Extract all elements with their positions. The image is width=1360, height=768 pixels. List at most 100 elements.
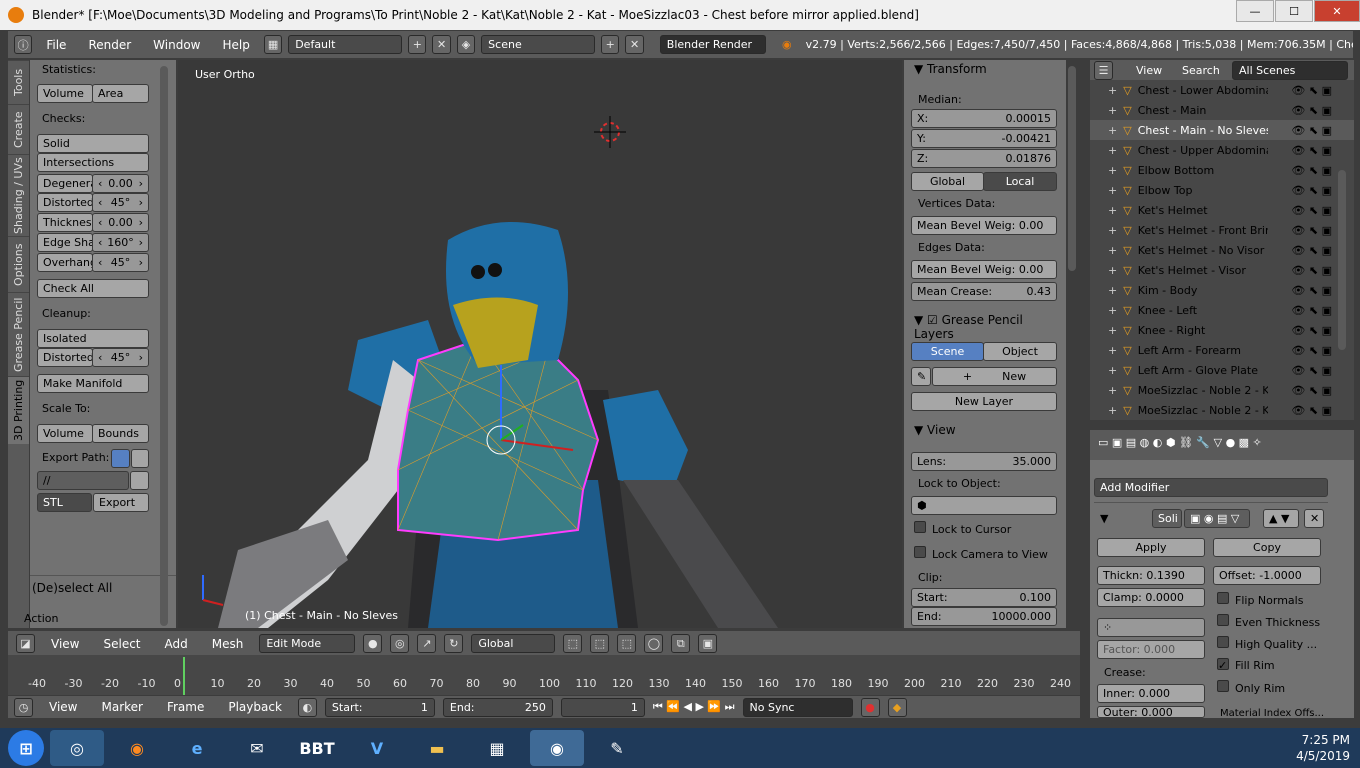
visibility-icons[interactable]: 👁 ⬉ ▣ xyxy=(1291,124,1332,137)
outliner-item[interactable]: + ▽ Chest - Main 👁 ⬉ ▣ xyxy=(1090,100,1354,120)
lock-cursor-checkbox[interactable]: Lock to Cursor xyxy=(914,521,1011,536)
solid-button[interactable]: Solid xyxy=(37,134,149,153)
vertex-select-icon[interactable]: ⬚ xyxy=(563,634,583,653)
visibility-icons[interactable]: 👁 ⬉ ▣ xyxy=(1291,144,1332,157)
timeline-view-menu[interactable]: View xyxy=(41,700,85,714)
even-thickness-checkbox[interactable]: Even Thickness xyxy=(1217,614,1320,629)
add-modifier-selector[interactable]: Add Modifier xyxy=(1094,478,1328,497)
make-manifold-button[interactable]: Make Manifold xyxy=(37,374,149,393)
properties-tab-icons[interactable]: ▭ ▣ ▤ ◍ ◐ ⬢ ⛓ 🔧 ▽ ● ▩ ✧ xyxy=(1098,436,1262,449)
flip-normals-checkbox[interactable]: Flip Normals xyxy=(1217,592,1303,607)
visibility-icons[interactable]: 👁 ⬉ ▣ xyxy=(1291,264,1332,277)
grease-pencil-title[interactable]: ▼ ☑ Grease Pencil Layers xyxy=(914,313,1066,341)
lock-object-field[interactable]: ⬢ xyxy=(911,496,1057,515)
path-folder-icon[interactable] xyxy=(131,449,149,468)
median-z-field[interactable]: Z: 0.01876 xyxy=(911,149,1057,168)
paint-icon[interactable]: ✎ xyxy=(590,730,644,766)
thickness-field[interactable]: Thickn: 0.1390 xyxy=(1097,566,1205,585)
visibility-icons[interactable]: 👁 ⬉ ▣ xyxy=(1291,284,1332,297)
v-app-icon[interactable]: V xyxy=(350,730,404,766)
manipulator-translate-icon[interactable]: ↗ xyxy=(417,634,437,653)
menu-render[interactable]: Render xyxy=(80,38,139,52)
outliner-item[interactable]: + ▽ Kim - Body 👁 ⬉ ▣ xyxy=(1090,280,1354,300)
start-frame-field[interactable]: Start: 1 xyxy=(324,697,435,717)
mode-selector[interactable]: Edit Mode xyxy=(259,634,356,653)
outliner-item[interactable]: + ▽ MoeSizzlac - Noble 2 - Kat 👁 ⬉ ▣ xyxy=(1090,400,1354,420)
remove-scene-icon[interactable]: ✕ xyxy=(625,35,644,54)
factor-field[interactable]: Factor: 0.000 xyxy=(1097,640,1205,659)
pencil-icon[interactable]: ✎ xyxy=(911,367,931,386)
keying-set-icon[interactable]: ◆ xyxy=(887,697,907,717)
outliner-item[interactable]: + ▽ MoeSizzlac - Noble 2 - Kat 👁 ⬉ ▣ xyxy=(1090,380,1354,400)
path-eyedropper-icon[interactable] xyxy=(111,449,130,468)
scale-bounds-button[interactable]: Bounds xyxy=(92,424,149,443)
firefox-icon[interactable]: ◉ xyxy=(110,730,164,766)
add-scene-icon[interactable]: + xyxy=(601,35,620,54)
tab-tools[interactable]: Tools xyxy=(8,60,29,104)
chrome-icon[interactable]: ◎ xyxy=(50,730,104,766)
blender-taskbar-icon[interactable]: ◉ xyxy=(530,730,584,766)
visibility-icons[interactable]: 👁 ⬉ ▣ xyxy=(1291,244,1332,257)
menu-view[interactable]: View xyxy=(43,637,87,651)
isolated-button[interactable]: Isolated xyxy=(37,329,149,348)
edge-sharp-field[interactable]: ‹ 160° › xyxy=(92,233,149,252)
face-select-icon[interactable]: ⬚ xyxy=(617,634,637,653)
render-preview-icon[interactable]: ▣ xyxy=(698,634,718,653)
tab-3d-printing[interactable]: 3D Printing xyxy=(8,376,29,444)
outliner-item[interactable]: + ▽ Left Arm - Glove Plate 👁 ⬉ ▣ xyxy=(1090,360,1354,380)
3d-viewport[interactable]: User Ortho (1) Chest - Main - No Sleves xyxy=(178,60,902,628)
visibility-icons[interactable]: 👁 ⬉ ▣ xyxy=(1291,304,1332,317)
grease-scene-toggle[interactable]: Scene xyxy=(911,342,984,361)
median-y-field[interactable]: Y: -0.00421 xyxy=(911,129,1057,148)
visibility-icons[interactable]: 👁 ⬉ ▣ xyxy=(1291,404,1332,417)
overhang-button[interactable]: Overhang xyxy=(37,253,93,272)
timeline-frame-menu[interactable]: Frame xyxy=(159,700,212,714)
inner-crease-field[interactable]: Inner: 0.000 xyxy=(1097,684,1205,703)
visibility-icons[interactable]: 👁 ⬉ ▣ xyxy=(1291,324,1332,337)
grease-object-toggle[interactable]: Object xyxy=(983,342,1057,361)
end-frame-field[interactable]: End: 250 xyxy=(442,697,553,717)
menu-mesh[interactable]: Mesh xyxy=(204,637,252,651)
remove-layout-icon[interactable]: ✕ xyxy=(432,35,451,54)
outliner-editor-icon[interactable]: ☰ xyxy=(1094,61,1113,80)
layout-selector[interactable]: Default xyxy=(288,35,403,54)
outliner-item[interactable]: + ▽ Elbow Top 👁 ⬉ ▣ xyxy=(1090,180,1354,200)
only-rim-checkbox[interactable]: Only Rim xyxy=(1217,680,1285,695)
proportional-edit-icon[interactable]: ◯ xyxy=(644,634,664,653)
scene-icon[interactable]: ◈ xyxy=(456,35,476,54)
start-button-icon[interactable]: ⊞ xyxy=(8,730,44,766)
minimize-button[interactable]: — xyxy=(1236,0,1274,22)
new-layer-button[interactable]: New Layer xyxy=(911,392,1057,411)
timeline-playback-menu[interactable]: Playback xyxy=(220,700,290,714)
view-panel-title[interactable]: ▼ View xyxy=(914,423,956,437)
fill-rim-checkbox[interactable]: ✓ Fill Rim xyxy=(1217,658,1275,672)
properties-scrollbar[interactable] xyxy=(1068,66,1076,271)
snap-icon[interactable]: ⧉ xyxy=(671,634,691,653)
edge-sharp-button[interactable]: Edge Sha xyxy=(37,233,93,252)
new-grease-button[interactable]: + New xyxy=(932,367,1057,386)
timeline[interactable]: -40 -30 -20 -10 0 10 20 30 40 50 60 70 80 90 100 110 120… xyxy=(8,655,1080,695)
preview-range-icon[interactable]: ◐ xyxy=(297,697,317,717)
menu-add[interactable]: Add xyxy=(157,637,196,651)
overhang-field[interactable]: ‹ 45° › xyxy=(92,253,149,272)
visibility-icons[interactable]: 👁 ⬉ ▣ xyxy=(1291,104,1332,117)
visibility-icons[interactable]: 👁 ⬉ ▣ xyxy=(1291,344,1332,357)
current-frame-field[interactable]: 1 xyxy=(560,697,645,717)
pivot-icon[interactable]: ◎ xyxy=(390,634,410,653)
visibility-icons[interactable]: 👁 ⬉ ▣ xyxy=(1291,184,1332,197)
tab-options[interactable]: Options xyxy=(8,236,29,292)
menu-help[interactable]: Help xyxy=(215,38,258,52)
thickness-button[interactable]: Thicknes xyxy=(37,213,93,232)
high-quality-checkbox[interactable]: High Quality ... xyxy=(1217,636,1317,651)
modifier-collapse-icon[interactable]: ▼ xyxy=(1100,512,1108,525)
left-panel-scrollbar[interactable] xyxy=(160,66,168,626)
clock[interactable]: 7:25 PM 4/5/2019 xyxy=(1296,732,1350,764)
format-selector[interactable]: STL xyxy=(37,493,92,512)
calculator-icon[interactable]: ▦ xyxy=(470,730,524,766)
intersections-button[interactable]: Intersections xyxy=(37,153,149,172)
playback-controls[interactable]: ⏮ ⏪ ◀ ▶ ⏩ ⏭ xyxy=(653,700,735,714)
outliner-item[interactable]: + ▽ Ket's Helmet - Front Brim 👁 ⬉ ▣ xyxy=(1090,220,1354,240)
shading-icon[interactable]: ● xyxy=(363,634,383,653)
visibility-icons[interactable]: 👁 ⬉ ▣ xyxy=(1291,224,1332,237)
outliner-display-selector[interactable]: All Scenes xyxy=(1232,61,1348,80)
